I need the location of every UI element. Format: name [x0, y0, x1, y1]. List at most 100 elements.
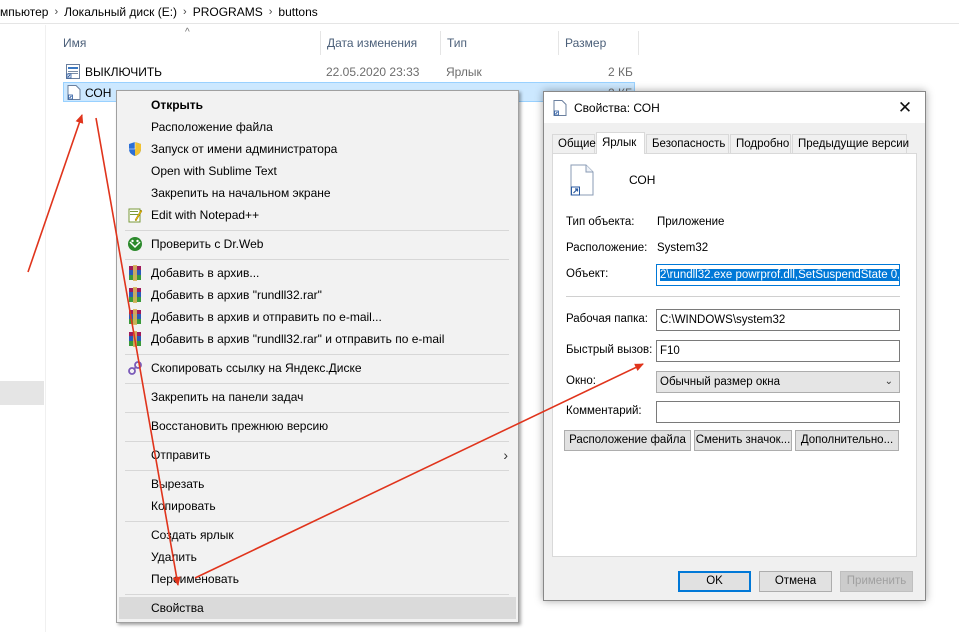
navigation-selected-item[interactable]: [0, 381, 44, 405]
comment-label: Комментарий:: [566, 405, 642, 417]
menu-item-restore-previous[interactable]: Восстановить прежнюю версию: [119, 415, 516, 437]
menu-item-delete[interactable]: Удалить: [119, 546, 516, 568]
hotkey-field[interactable]: F10: [656, 340, 900, 362]
open-file-location-button[interactable]: Расположение файла: [564, 430, 691, 451]
winrar-icon: [129, 309, 141, 325]
menu-item-label: Запуск от имени администратора: [151, 142, 338, 156]
tab-previous-versions[interactable]: Предыдущие версии: [792, 134, 909, 154]
dialog-titlebar[interactable]: Свойства: СОН ✕: [544, 92, 925, 123]
menu-item-pin-start[interactable]: Закрепить на начальном экране: [119, 182, 516, 204]
menu-item-edit-notepadpp[interactable]: Edit with Notepad++: [119, 204, 516, 226]
tab-shortcut[interactable]: Ярлык: [596, 132, 645, 154]
menu-item-label: Отправить: [151, 448, 211, 462]
menu-item-label: Закрепить на начальном экране: [151, 186, 331, 200]
menu-item-rename[interactable]: Переименовать: [119, 568, 516, 590]
menu-item-create-shortcut[interactable]: Создать ярлык: [119, 524, 516, 546]
menu-item-add-archive-rundll[interactable]: Добавить в архив "rundll32.rar": [119, 284, 516, 306]
menu-item-cut[interactable]: Вырезать: [119, 473, 516, 495]
close-icon[interactable]: ✕: [885, 92, 925, 123]
menu-item-open[interactable]: Открыть: [119, 94, 516, 116]
address-bar[interactable]: мпьютер › Локальный диск (E:) › PROGRAMS…: [0, 0, 959, 24]
column-type[interactable]: Тип: [441, 31, 559, 55]
file-name: СОН: [85, 86, 112, 100]
shortcut-file-icon: [570, 164, 594, 196]
drweb-icon: [128, 237, 142, 251]
menu-separator: [125, 230, 509, 231]
column-header-row: ^ Имя Дата изменения Тип Размер: [47, 27, 647, 55]
shortcut-file-icon: [553, 100, 567, 116]
menu-item-pin-taskbar[interactable]: Закрепить на панели задач: [119, 386, 516, 408]
shield-icon: [129, 142, 141, 156]
shortcut-name: СОН: [629, 173, 656, 187]
tab-security[interactable]: Безопасность: [646, 134, 729, 154]
tab-general[interactable]: Общие: [552, 134, 596, 154]
menu-item-label: Добавить в архив "rundll32.rar": [151, 288, 322, 302]
menu-item-label: Создать ярлык: [151, 528, 234, 542]
menu-item-add-archive-email[interactable]: Добавить в архив и отправить по e-mail..…: [119, 306, 516, 328]
target-field-value: 2\rundll32.exe powrprof.dll,SetSuspendSt…: [660, 269, 899, 281]
menu-item-label: Скопировать ссылку на Яндекс.Диске: [151, 361, 362, 375]
breadcrumb-item-drive[interactable]: Локальный диск (E:): [64, 5, 177, 19]
chevron-right-icon[interactable]: ›: [54, 6, 58, 18]
change-icon-button[interactable]: Сменить значок...: [694, 430, 792, 451]
menu-item-run-as-admin[interactable]: Запуск от имени администратора: [119, 138, 516, 160]
start-in-field[interactable]: C:\WINDOWS\system32: [656, 309, 900, 331]
menu-item-yandex-disk-link[interactable]: Скопировать ссылку на Яндекс.Диске: [119, 357, 516, 379]
breadcrumb-item-buttons[interactable]: buttons: [278, 5, 317, 19]
breadcrumb-item-programs[interactable]: PROGRAMS: [193, 5, 263, 19]
comment-field[interactable]: [656, 401, 900, 423]
column-size[interactable]: Размер: [559, 31, 639, 55]
ok-button[interactable]: OK: [678, 571, 751, 592]
advanced-button[interactable]: Дополнительно...: [795, 430, 899, 451]
menu-item-copy[interactable]: Копировать: [119, 495, 516, 517]
menu-item-add-archive-rundll-email[interactable]: Добавить в архив "rundll32.rar" и отправ…: [119, 328, 516, 350]
file-name: ВЫКЛЮЧИТЬ: [85, 65, 163, 79]
shortcut-file-icon: [66, 64, 80, 79]
properties-dialog: Свойства: СОН ✕ Общие Ярлык Безопасность…: [543, 91, 926, 601]
menu-separator: [125, 259, 509, 260]
menu-item-send-to[interactable]: Отправить ›: [119, 444, 516, 466]
menu-item-label: Восстановить прежнюю версию: [151, 419, 329, 433]
location-value: System32: [657, 242, 709, 254]
target-label: Объект:: [566, 268, 609, 280]
location-label: Расположение:: [566, 242, 648, 254]
menu-item-open-sublime[interactable]: Open with Sublime Text: [119, 160, 516, 182]
menu-separator: [125, 594, 509, 595]
file-row[interactable]: ВЫКЛЮЧИТЬ 22.05.2020 23:33 Ярлык 2 КБ: [63, 62, 635, 82]
chevron-down-icon: ⌄: [884, 376, 893, 387]
menu-item-label: Расположение файла: [151, 120, 273, 134]
menu-item-label: Проверить с Dr.Web: [151, 237, 264, 251]
start-in-label: Рабочая папка:: [566, 313, 648, 325]
menu-item-label: Закрепить на панели задач: [151, 390, 304, 404]
menu-item-label: Свойства: [151, 601, 204, 615]
chevron-right-icon[interactable]: ›: [269, 6, 273, 18]
file-type: Ярлык: [446, 65, 482, 79]
menu-item-label: Добавить в архив "rundll32.rar" и отправ…: [151, 332, 445, 346]
column-name[interactable]: Имя: [57, 31, 321, 55]
tab-details[interactable]: Подробно: [730, 134, 791, 154]
breadcrumb: мпьютер › Локальный диск (E:) › PROGRAMS…: [0, 5, 318, 19]
divider: [566, 296, 900, 297]
menu-item-open-location[interactable]: Расположение файла: [119, 116, 516, 138]
winrar-icon: [129, 287, 141, 303]
column-date[interactable]: Дата изменения: [321, 31, 441, 55]
menu-item-add-archive[interactable]: Добавить в архив...: [119, 262, 516, 284]
winrar-icon: [129, 331, 141, 347]
target-field[interactable]: 2\rundll32.exe powrprof.dll,SetSuspendSt…: [656, 264, 900, 286]
cancel-button[interactable]: Отмена: [759, 571, 832, 592]
menu-item-drweb[interactable]: Проверить с Dr.Web: [119, 233, 516, 255]
breadcrumb-item-computer[interactable]: мпьютер: [0, 5, 48, 19]
type-value: Приложение: [657, 216, 725, 228]
tab-panel-shortcut: СОН Тип объекта: Приложение Расположение…: [552, 153, 917, 557]
file-date: 22.05.2020 23:33: [326, 65, 420, 79]
notepadpp-icon: [128, 208, 143, 223]
window-select[interactable]: Обычный размер окна ⌄: [656, 371, 900, 393]
chevron-right-icon[interactable]: ›: [183, 6, 187, 18]
menu-separator: [125, 521, 509, 522]
navigation-pane[interactable]: [0, 25, 46, 632]
apply-button[interactable]: Применить: [840, 571, 913, 592]
menu-separator: [125, 470, 509, 471]
menu-item-label: Edit with Notepad++: [151, 208, 260, 222]
menu-item-label: Открыть: [151, 98, 204, 112]
menu-item-properties[interactable]: Свойства: [119, 597, 516, 619]
